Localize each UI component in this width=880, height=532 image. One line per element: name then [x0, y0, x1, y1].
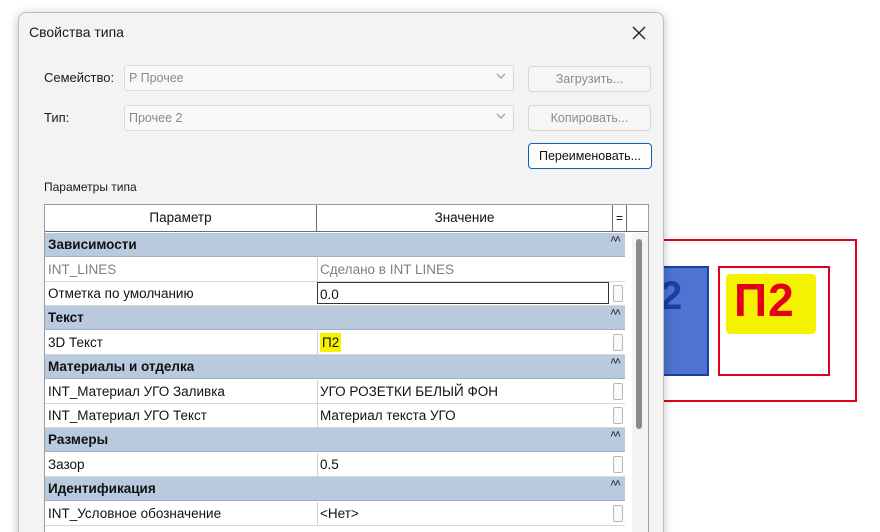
parameter-row[interactable]: INT_Материал УГО Заливка УГО РОЗЕТКИ БЕЛЫ… [45, 380, 625, 404]
collapse-caret-icon[interactable]: ˄˄ [610, 234, 621, 246]
rename-button[interactable]: Переименовать... [528, 143, 652, 169]
load-button[interactable]: Загрузить... [528, 66, 651, 92]
parameter-row[interactable]: INT_Условное обозначение <Нет> [45, 502, 625, 526]
chevron-down-icon [496, 113, 506, 119]
type-properties-dialog: Свойства типа Семейство: P Прочее Загруз… [18, 12, 664, 532]
grid-header: Параметр Значение = [45, 205, 648, 232]
parameter-value[interactable]: П2 [317, 331, 609, 354]
formula-cell-button[interactable] [613, 505, 623, 522]
parameter-name: INT_Условное обозначение [48, 506, 222, 521]
collapse-caret-icon[interactable]: ˄˄ [610, 429, 621, 441]
group-label: Текст [48, 310, 84, 325]
parameter-value[interactable]: <Нет> [317, 502, 609, 525]
parameter-name: 3D Текст [48, 335, 103, 350]
close-button[interactable] [627, 21, 651, 45]
group-label: Размеры [48, 432, 109, 447]
close-icon [632, 26, 646, 40]
group-row[interactable]: Материалы и отделка ˄˄ [45, 355, 625, 379]
parameter-value[interactable]: 0.5 [317, 453, 609, 476]
collapse-caret-icon[interactable]: ˄˄ [610, 307, 621, 319]
group-row[interactable]: Текст ˄˄ [45, 306, 625, 330]
parameter-value[interactable]: Материал текста УГО [317, 404, 609, 427]
group-row[interactable]: Зависимости ˄˄ [45, 233, 625, 257]
type-combo[interactable]: Прочее 2 [124, 105, 514, 131]
collapse-caret-icon[interactable]: ˄˄ [610, 478, 621, 490]
parameters-grid: Параметр Значение = Зависимости ˄˄ INT_LIN… [44, 204, 649, 532]
parameter-name: Зазор [48, 457, 85, 472]
highlighted-value: П2 [320, 333, 342, 352]
parameter-row[interactable]: INT_Материал УГО Текст Материал текста УГ… [45, 404, 625, 428]
formula-cell-button[interactable] [613, 456, 623, 473]
column-header-parameter[interactable]: Параметр [45, 205, 317, 232]
dialog-title: Свойства типа [29, 24, 124, 40]
parameter-row[interactable]: INT_LINES Сделано в INT LINES [45, 258, 625, 282]
duplicate-button[interactable]: Копировать... [528, 105, 651, 131]
blue-symbol-tag[interactable]: 2 [660, 266, 709, 376]
group-label: Идентификация [48, 481, 156, 496]
collapse-caret-icon[interactable]: ˄˄ [610, 356, 621, 368]
type-label: Тип: [44, 110, 70, 125]
family-combo[interactable]: P Прочее [124, 65, 514, 91]
column-header-formula[interactable]: = [613, 205, 627, 232]
parameter-value[interactable]: 0.0 [317, 282, 609, 304]
parameter-row[interactable]: 3D Текст П2 [45, 331, 625, 355]
parameter-row[interactable]: Отметка по умолчанию 0.0 [45, 282, 625, 306]
formula-cell-button[interactable] [613, 407, 623, 424]
red-symbol-tag[interactable]: П2 [718, 266, 830, 376]
column-header-value[interactable]: Значение [317, 205, 613, 232]
formula-cell-button[interactable] [613, 285, 623, 302]
parameter-row[interactable]: Зазор 0.5 [45, 453, 625, 477]
family-combo-value: P Прочее [129, 71, 184, 85]
scrollbar-thumb[interactable] [636, 239, 642, 429]
parameter-name: INT_Материал УГО Текст [48, 408, 207, 423]
screen: 2 П2 Свойства типа Семейство: P Прочее З… [0, 0, 880, 532]
group-label: Зависимости [48, 237, 137, 252]
grid-scrollbar[interactable] [632, 233, 648, 532]
parameter-value[interactable]: УГО РОЗЕТКИ БЕЛЫЙ ФОН [317, 380, 609, 403]
parameter-name: Отметка по умолчанию [48, 286, 194, 301]
formula-cell-button[interactable] [613, 383, 623, 400]
group-label: Материалы и отделка [48, 359, 195, 374]
dialog-titlebar[interactable]: Свойства типа [19, 13, 663, 53]
parameter-name: INT_Материал УГО Заливка [48, 384, 225, 399]
red-tag-text: П2 [734, 274, 795, 326]
family-label: Семейство: [44, 70, 115, 85]
group-row[interactable]: Идентификация ˄˄ [45, 477, 625, 501]
type-parameters-caption: Параметры типа [44, 180, 137, 194]
chevron-down-icon [496, 73, 506, 79]
parameter-name: INT_LINES [48, 262, 117, 277]
type-combo-value: Прочее 2 [129, 111, 183, 125]
parameter-value[interactable]: Сделано в INT LINES [317, 258, 609, 281]
group-row[interactable]: Размеры ˄˄ [45, 428, 625, 452]
formula-cell-button[interactable] [613, 334, 623, 351]
